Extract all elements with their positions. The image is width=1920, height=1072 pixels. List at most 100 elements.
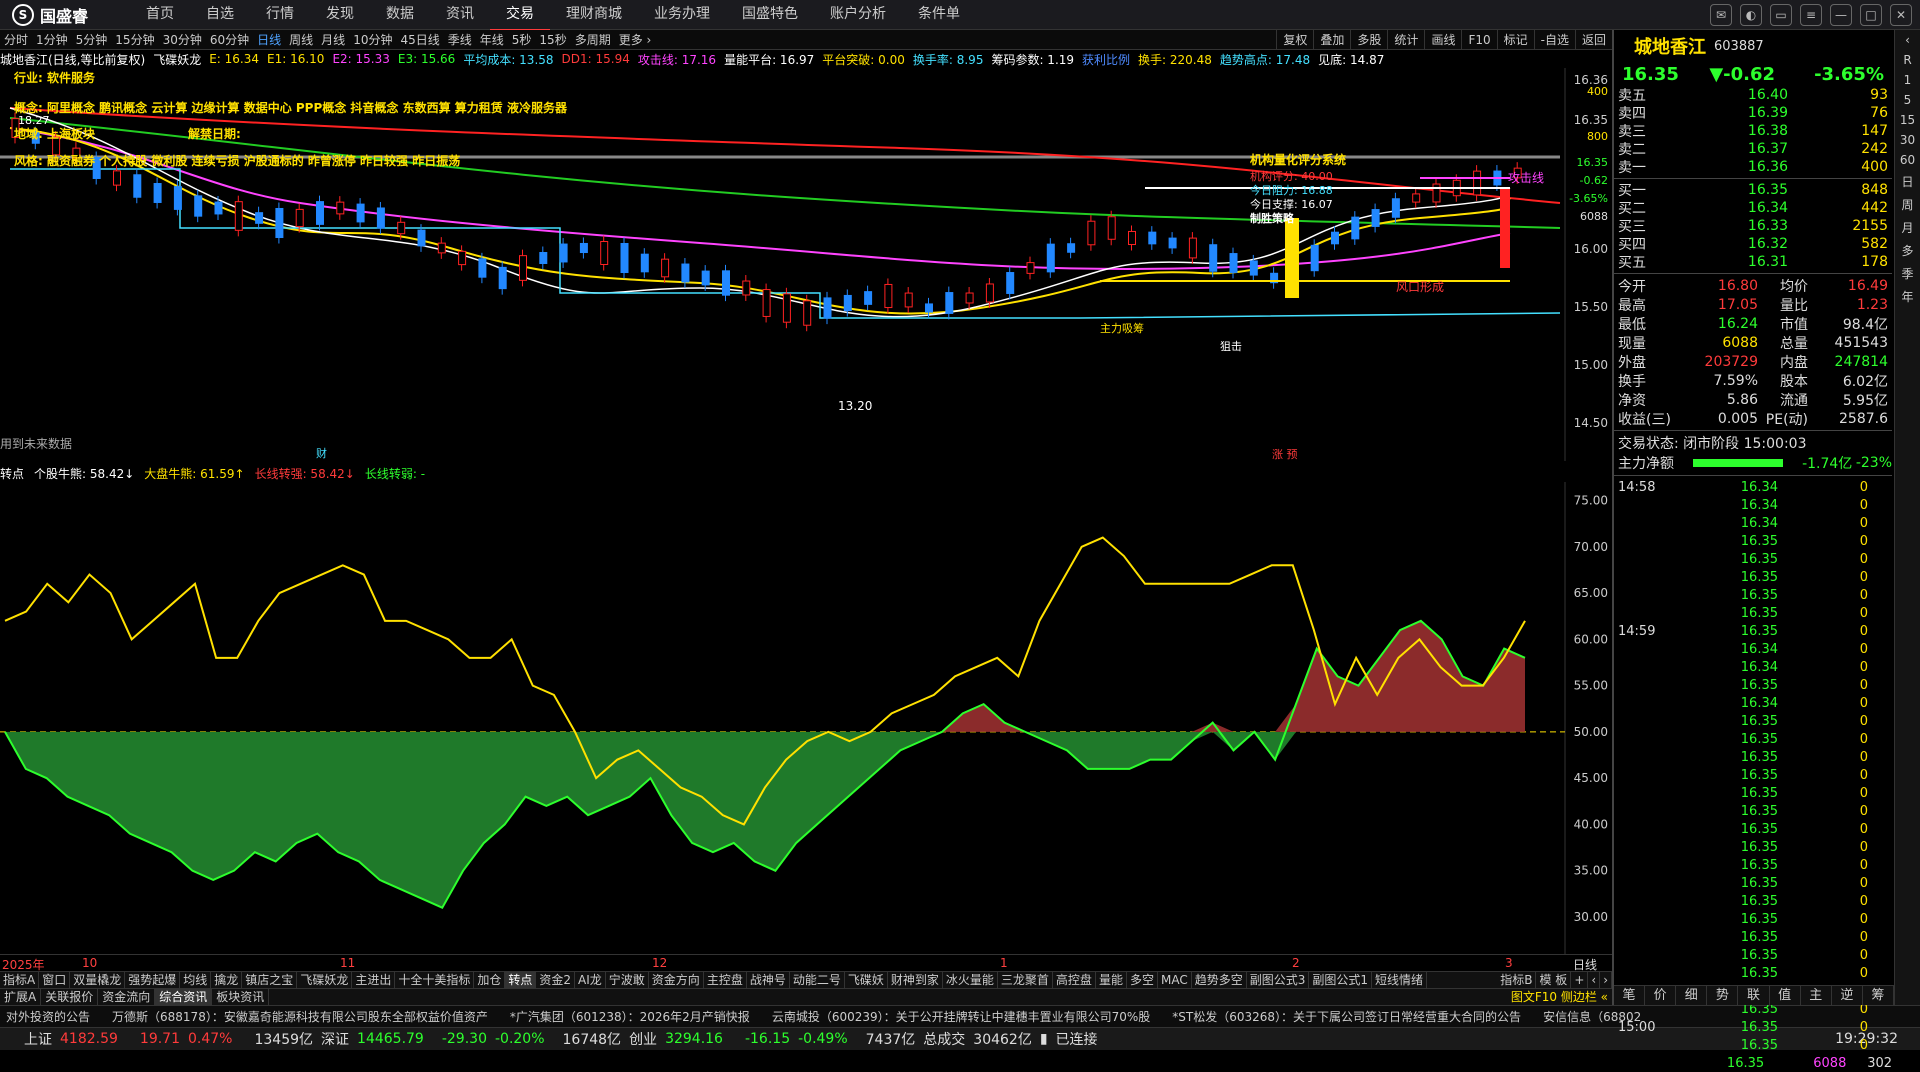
- indicator-tab-5[interactable]: 擒龙: [211, 972, 243, 988]
- indicator-tab-18[interactable]: 动能二号: [790, 972, 845, 988]
- period-0[interactable]: 分时: [0, 31, 32, 48]
- ask-row[interactable]: 卖三 16.38 147: [1614, 122, 1892, 140]
- screen-icon[interactable]: ▭: [1770, 4, 1792, 26]
- tick-list[interactable]: 14:58 16.34 0 16.34 0 16.34 0 16.35 0 16.35 0 16.35…: [1614, 478, 1892, 1072]
- menu-item-5[interactable]: 资讯: [430, 0, 490, 31]
- menu-item-6[interactable]: 交易: [490, 0, 550, 31]
- indicator-tab-6[interactable]: 镇店之宝: [242, 972, 298, 988]
- sidebar-expand-icon[interactable]: ‹: [1905, 30, 1910, 50]
- quote-tab-7[interactable]: 逆: [1832, 986, 1863, 1005]
- sub-indicator-chart[interactable]: 75.00 70.00 65.00 60.00 55.00 50.00 45.00 40.00…: [0, 482, 1612, 954]
- f10-sidebar-toggle[interactable]: 图文F10 侧边栏 «: [1507, 989, 1612, 1005]
- menu-item-7[interactable]: 理财商城: [550, 0, 638, 31]
- quote-tab-5[interactable]: 值: [1770, 986, 1801, 1005]
- bid-row[interactable]: 买四 16.32 582: [1614, 235, 1892, 253]
- period-3[interactable]: 15分钟: [111, 31, 158, 48]
- period-2[interactable]: 5分钟: [72, 31, 112, 48]
- indicator-tab-12[interactable]: 资金2: [536, 972, 576, 988]
- indicator-tab-19[interactable]: 飞碟妖: [845, 972, 888, 988]
- extension-tab-0[interactable]: 扩展A: [0, 989, 42, 1005]
- period-13[interactable]: 5秒: [508, 31, 536, 48]
- toolbar-item-6[interactable]: 标记: [1496, 30, 1534, 50]
- ticker-item[interactable]: *广汽集团（601238）：2026年2月产销快报: [510, 1008, 750, 1025]
- sidebar-item-4[interactable]: 30: [1900, 130, 1915, 150]
- quote-tab-2[interactable]: 细: [1676, 986, 1708, 1005]
- toolbar-item-2[interactable]: 多股: [1350, 30, 1387, 50]
- period-16[interactable]: 更多 ›: [615, 31, 656, 48]
- sh-index-label[interactable]: 上证: [24, 1029, 52, 1049]
- indicator-tab-13[interactable]: AI龙: [575, 972, 606, 988]
- indicator-tab-tail-2[interactable]: +: [1571, 972, 1589, 988]
- period-14[interactable]: 15秒: [535, 31, 570, 48]
- period-6[interactable]: 日线: [253, 31, 285, 48]
- ask-row[interactable]: 卖四 16.39 76: [1614, 104, 1892, 122]
- skin-icon[interactable]: ◐: [1740, 4, 1762, 26]
- sidebar-item-1[interactable]: 1: [1904, 70, 1912, 90]
- toolbar-item-0[interactable]: 复权: [1276, 30, 1313, 50]
- ask-row[interactable]: 卖一 16.36 400: [1614, 158, 1892, 176]
- indicator-tab-1[interactable]: 窗口: [39, 972, 71, 988]
- close-icon[interactable]: ✕: [1890, 4, 1912, 26]
- menu-item-11[interactable]: 条件单: [902, 0, 976, 31]
- indicator-tab-15[interactable]: 资金方向: [649, 972, 704, 988]
- menu-item-10[interactable]: 账户分析: [814, 0, 902, 31]
- indicator-tab-tail-3[interactable]: ‹: [1588, 972, 1601, 988]
- sidebar-item-7[interactable]: 周: [1901, 193, 1913, 216]
- indicator-tab-17[interactable]: 战神号: [747, 972, 790, 988]
- sidebar-item-5[interactable]: 60: [1900, 150, 1915, 170]
- toolbar-item-4[interactable]: 画线: [1424, 30, 1461, 50]
- message-icon[interactable]: ✉: [1710, 4, 1732, 26]
- menu-item-2[interactable]: 行情: [250, 0, 310, 31]
- indicator-tab-8[interactable]: 主进出: [352, 972, 396, 988]
- menu-item-8[interactable]: 业务办理: [638, 0, 726, 31]
- extension-tab-4[interactable]: 板块资讯: [212, 989, 270, 1005]
- indicator-tab-23[interactable]: 高控盘: [1053, 972, 1096, 988]
- menu-icon[interactable]: ≡: [1800, 4, 1822, 26]
- menu-item-4[interactable]: 数据: [370, 0, 430, 31]
- indicator-tab-tail-4[interactable]: ›: [1600, 972, 1612, 988]
- indicator-tab-30[interactable]: 短线情绪: [1372, 972, 1428, 988]
- period-4[interactable]: 30分钟: [159, 31, 206, 48]
- toolbar-item-5[interactable]: F10: [1461, 30, 1496, 50]
- indicator-tab-10[interactable]: 加仓: [474, 972, 506, 988]
- quote-tab-0[interactable]: 笔: [1614, 986, 1646, 1005]
- period-11[interactable]: 季线: [444, 31, 476, 48]
- menu-item-0[interactable]: 首页: [130, 0, 190, 31]
- ticker-item[interactable]: 对外投资的公告: [6, 1008, 90, 1025]
- sidebar-item-0[interactable]: R: [1903, 50, 1911, 70]
- sidebar-item-2[interactable]: 5: [1904, 90, 1912, 110]
- indicator-tab-tail-0[interactable]: 指标B: [1497, 972, 1537, 988]
- indicator-tab-24[interactable]: 量能: [1096, 972, 1127, 988]
- indicator-tab-22[interactable]: 三龙聚首: [998, 972, 1053, 988]
- toolbar-item-3[interactable]: 统计: [1387, 30, 1424, 50]
- indicator-tab-14[interactable]: 宁波敢: [606, 972, 649, 988]
- period-7[interactable]: 周线: [285, 31, 317, 48]
- indicator-tab-3[interactable]: 强势起爆: [125, 972, 181, 988]
- ticker-item[interactable]: *ST松发（603268）：关于下属公司签订日常经营重大合同的公告: [1172, 1008, 1521, 1025]
- quote-tab-8[interactable]: 筹: [1863, 986, 1894, 1005]
- indicator-tab-27[interactable]: 趋势多空: [1192, 972, 1247, 988]
- sz-index-label[interactable]: 深证: [321, 1029, 349, 1049]
- menu-item-1[interactable]: 自选: [190, 0, 250, 31]
- indicator-tab-tail-1[interactable]: 模 板: [1536, 972, 1572, 988]
- period-1[interactable]: 1分钟: [32, 31, 72, 48]
- quote-tab-1[interactable]: 价: [1645, 986, 1677, 1005]
- period-15[interactable]: 多周期: [571, 31, 615, 48]
- sidebar-item-3[interactable]: 15: [1900, 110, 1915, 130]
- indicator-tab-2[interactable]: 双量橇龙: [70, 972, 126, 988]
- ticker-item[interactable]: 云南城投（600239）：关于公开挂牌转让中建穗丰置业有限公司70%股: [772, 1008, 1150, 1025]
- period-12[interactable]: 年线: [476, 31, 508, 48]
- sidebar-item-9[interactable]: 多: [1901, 239, 1913, 262]
- bid-row[interactable]: 买三 16.33 2155: [1614, 217, 1892, 235]
- minimize-icon[interactable]: —: [1830, 4, 1852, 26]
- indicator-tab-7[interactable]: 飞碟妖龙: [297, 972, 353, 988]
- maximize-icon[interactable]: □: [1860, 4, 1882, 26]
- app-logo[interactable]: S 国盛睿: [0, 3, 130, 27]
- period-10[interactable]: 45日线: [396, 31, 443, 48]
- quote-tab-3[interactable]: 势: [1707, 986, 1739, 1005]
- sidebar-item-6[interactable]: 日: [1901, 170, 1913, 193]
- indicator-tab-26[interactable]: MAC: [1158, 972, 1192, 988]
- sidebar-item-10[interactable]: 季: [1901, 262, 1913, 285]
- toolbar-item-7[interactable]: -自选: [1533, 30, 1575, 50]
- bid-row[interactable]: 买一 16.35 848: [1614, 181, 1892, 199]
